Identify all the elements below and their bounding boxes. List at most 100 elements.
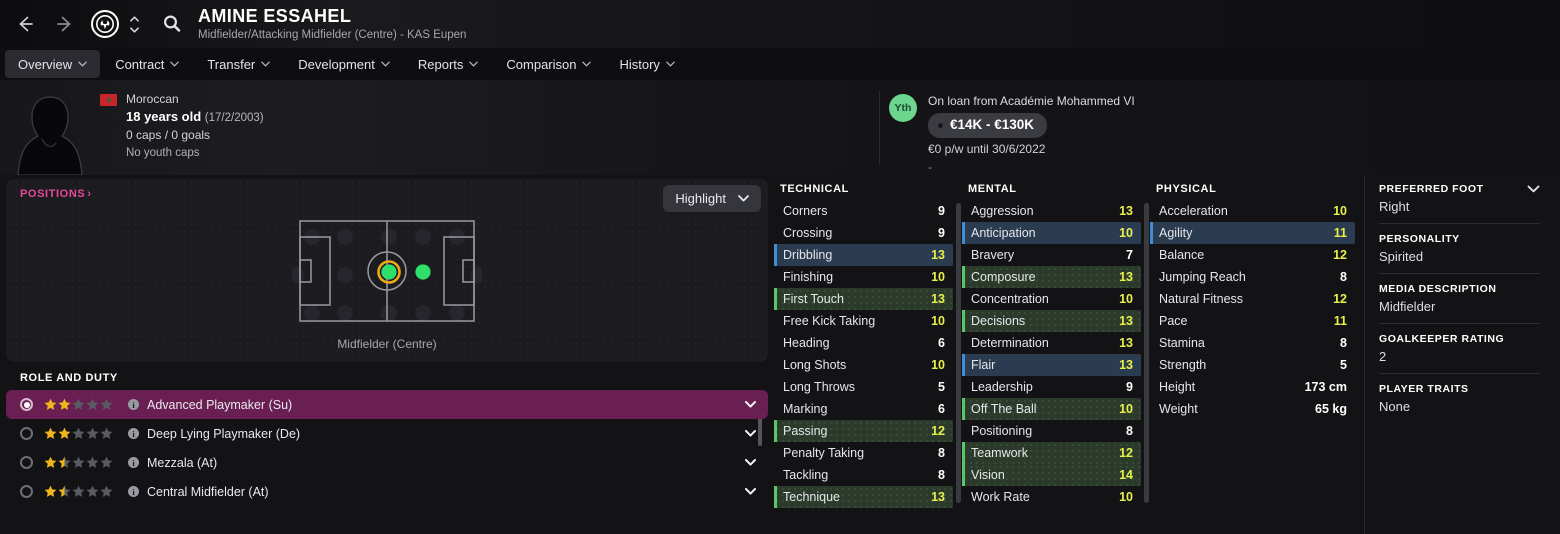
attribute-row[interactable]: Balance 12 <box>1150 244 1355 266</box>
up-down-chevron-icon[interactable] <box>126 9 142 39</box>
attribute-row[interactable]: Work Rate 10 <box>962 486 1141 508</box>
tab-contract[interactable]: Contract <box>102 50 192 78</box>
arrow-left-icon[interactable] <box>14 13 36 35</box>
attribute-row[interactable]: Flair 13 <box>962 354 1141 376</box>
wage-label: €0 p/w until 30/6/2022 <box>928 142 1046 157</box>
attribute-row[interactable]: Passing 12 <box>774 420 953 442</box>
attribute-row[interactable]: Agility 11 <box>1150 222 1355 244</box>
age-value: 18 years old <box>126 109 202 125</box>
attribute-row[interactable]: Technique 13 <box>774 486 953 508</box>
attribute-row[interactable]: Teamwork 12 <box>962 442 1141 464</box>
info-icon[interactable]: i <box>128 428 139 439</box>
role-row[interactable]: i Deep Lying Playmaker (De) <box>6 419 768 448</box>
search-icon[interactable] <box>160 12 184 36</box>
chevron-down-icon[interactable] <box>745 430 756 437</box>
role-star-rating <box>44 398 113 411</box>
attribute-row[interactable]: Aggression 13 <box>962 200 1141 222</box>
chevron-down-icon[interactable] <box>1527 185 1540 193</box>
detail-label: GOALKEEPER RATING <box>1379 333 1505 345</box>
attribute-value: 13 <box>931 490 945 504</box>
attribute-name: Decisions <box>971 314 1026 328</box>
detail-label-row: PREFERRED FOOT <box>1379 183 1540 195</box>
attribute-row[interactable]: Stamina 8 <box>1150 332 1355 354</box>
detail-value: None <box>1379 399 1411 414</box>
attribute-name: Long Throws <box>783 380 856 394</box>
attribute-row[interactable]: Heading 6 <box>774 332 953 354</box>
chevron-down-icon <box>469 61 479 67</box>
attribute-name: Concentration <box>971 292 1049 306</box>
attribute-row[interactable]: Leadership 9 <box>962 376 1141 398</box>
chevron-down-icon[interactable] <box>745 459 756 466</box>
mental-scrollbar[interactable] <box>1144 203 1149 503</box>
attribute-row[interactable]: First Touch 13 <box>774 288 953 310</box>
role-row[interactable]: i Mezzala (At) <box>6 448 768 477</box>
attribute-row[interactable]: Composure 13 <box>962 266 1141 288</box>
chevron-down-icon[interactable] <box>745 488 756 495</box>
tab-reports[interactable]: Reports <box>405 50 492 78</box>
attribute-value: 9 <box>938 204 945 218</box>
mental-header: MENTAL <box>968 183 1017 195</box>
attribute-name: Penalty Taking <box>783 446 865 460</box>
technical-scrollbar[interactable] <box>956 203 961 503</box>
tab-label: Comparison <box>506 56 577 72</box>
role-radio[interactable] <box>20 398 33 411</box>
tab-comparison[interactable]: Comparison <box>493 50 604 78</box>
attribute-row[interactable]: Free Kick Taking 10 <box>774 310 953 332</box>
attribute-row[interactable]: Natural Fitness 12 <box>1150 288 1355 310</box>
football-icon[interactable] <box>90 9 120 39</box>
attribute-row[interactable]: Bravery 7 <box>962 244 1141 266</box>
value-range-badge[interactable]: €14K - €130K <box>928 113 1048 139</box>
attribute-row[interactable]: Strength 5 <box>1150 354 1355 376</box>
tab-overview[interactable]: Overview <box>5 50 101 78</box>
attribute-row[interactable]: Tackling 8 <box>774 464 953 486</box>
positions-header-link[interactable]: POSITIONS › <box>20 188 92 200</box>
attribute-value: 12 <box>1119 446 1133 460</box>
highlight-label: Highlight <box>675 191 726 206</box>
pitch-caption: Midfielder (Centre) <box>337 337 437 351</box>
chevron-down-icon <box>261 61 271 67</box>
info-icon[interactable]: i <box>128 399 139 410</box>
main-body: POSITIONS › Highlight Midfielder (Centre… <box>0 175 1560 534</box>
role-radio[interactable] <box>20 427 33 440</box>
role-star-rating <box>44 485 113 498</box>
tab-transfer[interactable]: Transfer <box>194 50 283 78</box>
attribute-value: 9 <box>938 226 945 240</box>
attribute-row[interactable]: Acceleration 10 <box>1150 200 1355 222</box>
attribute-value: 13 <box>1119 314 1133 328</box>
role-row[interactable]: i Advanced Playmaker (Su) <box>6 390 768 419</box>
attribute-row[interactable]: Determination 13 <box>962 332 1141 354</box>
attribute-row[interactable]: Decisions 13 <box>962 310 1141 332</box>
attribute-row[interactable]: Anticipation 10 <box>962 222 1141 244</box>
attribute-row[interactable]: Off The Ball 10 <box>962 398 1141 420</box>
attribute-row[interactable]: Crossing 9 <box>774 222 953 244</box>
tab-development[interactable]: Development <box>285 50 403 78</box>
attribute-row[interactable]: Long Throws 5 <box>774 376 953 398</box>
attribute-row[interactable]: Concentration 10 <box>962 288 1141 310</box>
attribute-row[interactable]: Corners 9 <box>774 200 953 222</box>
chevron-down-icon[interactable] <box>745 401 756 408</box>
attribute-row[interactable]: Finishing 10 <box>774 266 953 288</box>
attribute-row[interactable]: Jumping Reach 8 <box>1150 266 1355 288</box>
detail-label-row: PERSONALITY <box>1379 233 1540 245</box>
attribute-row[interactable]: Pace 11 <box>1150 310 1355 332</box>
attribute-row[interactable]: Vision 14 <box>962 464 1141 486</box>
role-radio[interactable] <box>20 456 33 469</box>
attribute-row[interactable]: Penalty Taking 8 <box>774 442 953 464</box>
identity-block: Moroccan 18 years old (17/2/2003) 0 caps… <box>100 80 264 161</box>
technical-header: TECHNICAL <box>780 183 849 195</box>
star-icon <box>72 485 85 497</box>
role-radio[interactable] <box>20 485 33 498</box>
role-row[interactable]: i Central Midfielder (At) <box>6 477 768 506</box>
arrow-right-icon[interactable] <box>54 13 76 35</box>
attribute-row[interactable]: Marking 6 <box>774 398 953 420</box>
position-pitch-graphic[interactable] <box>292 215 482 327</box>
info-icon[interactable]: i <box>128 486 139 497</box>
attribute-row[interactable]: Positioning 8 <box>962 420 1141 442</box>
attribute-name: Finishing <box>783 270 834 284</box>
tab-history[interactable]: History <box>606 50 687 78</box>
info-icon[interactable]: i <box>128 457 139 468</box>
highlight-dropdown[interactable]: Highlight <box>663 185 761 212</box>
player-info-strip: Moroccan 18 years old (17/2/2003) 0 caps… <box>0 80 1560 175</box>
attribute-row[interactable]: Dribbling 13 <box>774 244 953 266</box>
attribute-row[interactable]: Long Shots 10 <box>774 354 953 376</box>
